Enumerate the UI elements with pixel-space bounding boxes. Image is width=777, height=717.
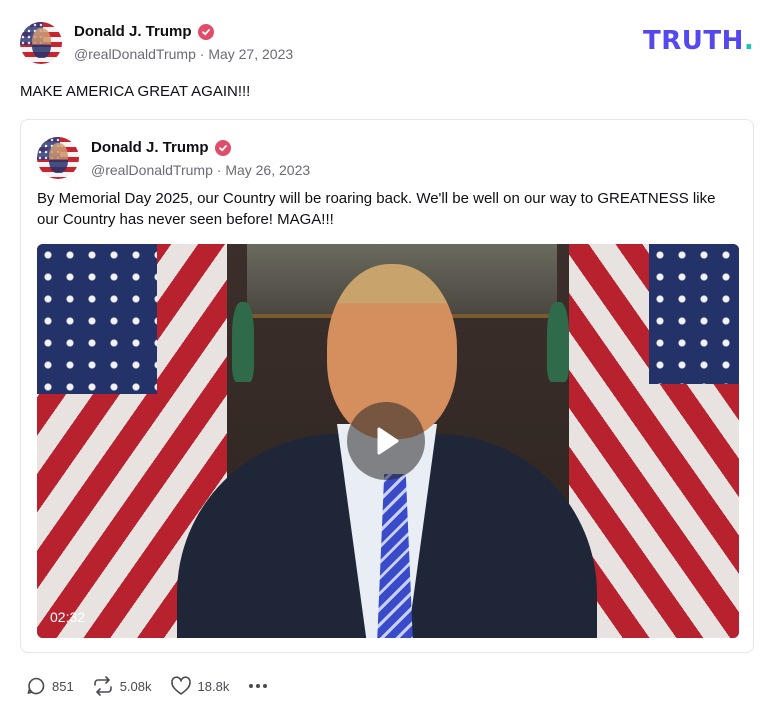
more-options-button[interactable] <box>247 676 269 696</box>
reply-button[interactable]: 851 <box>26 676 74 696</box>
quoted-post-date[interactable]: May 26, 2023 <box>225 162 310 178</box>
truth-logo[interactable]: TRUTH. <box>643 26 754 56</box>
reply-count: 851 <box>52 678 74 694</box>
post-meta: @realDonaldTrump · May 27, 2023 <box>74 46 293 62</box>
quoted-post[interactable]: Donald J. Trump @realDonaldTrump · May 2… <box>20 119 754 653</box>
quoted-meta-separator: · <box>216 162 222 178</box>
post-date[interactable]: May 27, 2023 <box>208 46 293 62</box>
reply-icon <box>27 677 45 695</box>
meta-separator: · <box>199 46 205 62</box>
verified-badge-icon <box>197 23 214 40</box>
video-duration: 02:32 <box>50 609 86 625</box>
quoted-author-handle[interactable]: @realDonaldTrump <box>91 162 213 178</box>
quoted-post-meta: @realDonaldTrump · May 26, 2023 <box>91 162 310 178</box>
video-player[interactable]: 02:32 <box>37 244 739 638</box>
retruth-count: 5.08k <box>119 678 152 694</box>
quoted-author-name-row: Donald J. Trump <box>91 139 231 156</box>
author-avatar[interactable] <box>20 22 62 64</box>
logo-text: TRUTH <box>643 26 744 56</box>
author-name-row: Donald J. Trump <box>74 23 214 40</box>
vase-left <box>232 302 254 382</box>
author-name[interactable]: Donald J. Trump <box>74 23 192 40</box>
heart-icon <box>170 676 191 695</box>
vase-right <box>547 302 569 382</box>
quoted-author-avatar[interactable] <box>37 137 79 179</box>
retruth-icon <box>93 676 112 696</box>
quoted-author-name[interactable]: Donald J. Trump <box>91 139 209 156</box>
action-bar: 851 5.08k 18.8k <box>26 676 287 696</box>
play-button[interactable] <box>347 402 425 480</box>
more-icon <box>249 684 268 688</box>
author-handle[interactable]: @realDonaldTrump <box>74 46 196 62</box>
quoted-verified-badge-icon <box>214 139 231 156</box>
logo-dot: . <box>743 26 755 56</box>
retruth-button[interactable]: 5.08k <box>92 676 152 696</box>
post-text: MAKE AMERICA GREAT AGAIN!!! <box>20 83 251 100</box>
like-button[interactable]: 18.8k <box>170 676 230 696</box>
play-icon <box>377 427 399 455</box>
quoted-post-text: By Memorial Day 2025, our Country will b… <box>37 190 716 228</box>
like-count: 18.8k <box>197 678 230 694</box>
